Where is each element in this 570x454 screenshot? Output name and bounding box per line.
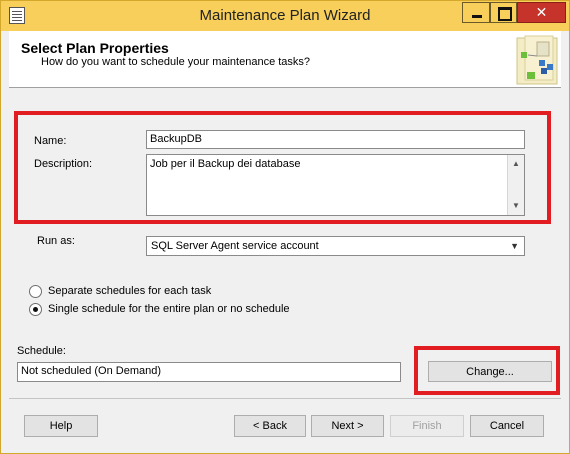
radio-button[interactable] [29,285,42,298]
wizard-window: Maintenance Plan Wizard Select Plan Prop… [0,0,570,454]
schedule-label: Schedule: [17,345,66,357]
title-bar[interactable]: Maintenance Plan Wizard [1,1,569,31]
minimize-icon[interactable] [462,2,490,23]
next-button[interactable]: Next > [311,415,384,437]
wizard-header: Select Plan Properties How do you want t… [9,31,561,88]
finish-button[interactable]: Finish [390,415,464,437]
radio-button[interactable] [29,303,42,316]
maximize-icon[interactable] [490,2,517,23]
back-button[interactable]: < Back [234,415,306,437]
wizard-header-icon [516,35,558,85]
page-title: Select Plan Properties [21,40,169,56]
cancel-button[interactable]: Cancel [470,415,544,437]
close-icon[interactable] [517,2,566,23]
run-as-label: Run as: [37,235,75,247]
run-as-value: SQL Server Agent service account [151,240,319,252]
highlight-box [14,111,551,224]
radio-label: Separate schedules for each task [48,285,212,297]
chevron-down-icon[interactable]: ▼ [510,241,519,251]
footer-divider [9,398,561,399]
help-button[interactable]: Help [24,415,98,437]
radio-label: Single schedule for the entire plan or n… [48,303,290,315]
run-as-select[interactable]: SQL Server Agent service account ▼ [146,236,525,256]
schedule-field[interactable]: Not scheduled (On Demand) [17,362,401,382]
highlight-box [414,346,560,395]
page-subtitle: How do you want to schedule your mainten… [41,56,311,68]
